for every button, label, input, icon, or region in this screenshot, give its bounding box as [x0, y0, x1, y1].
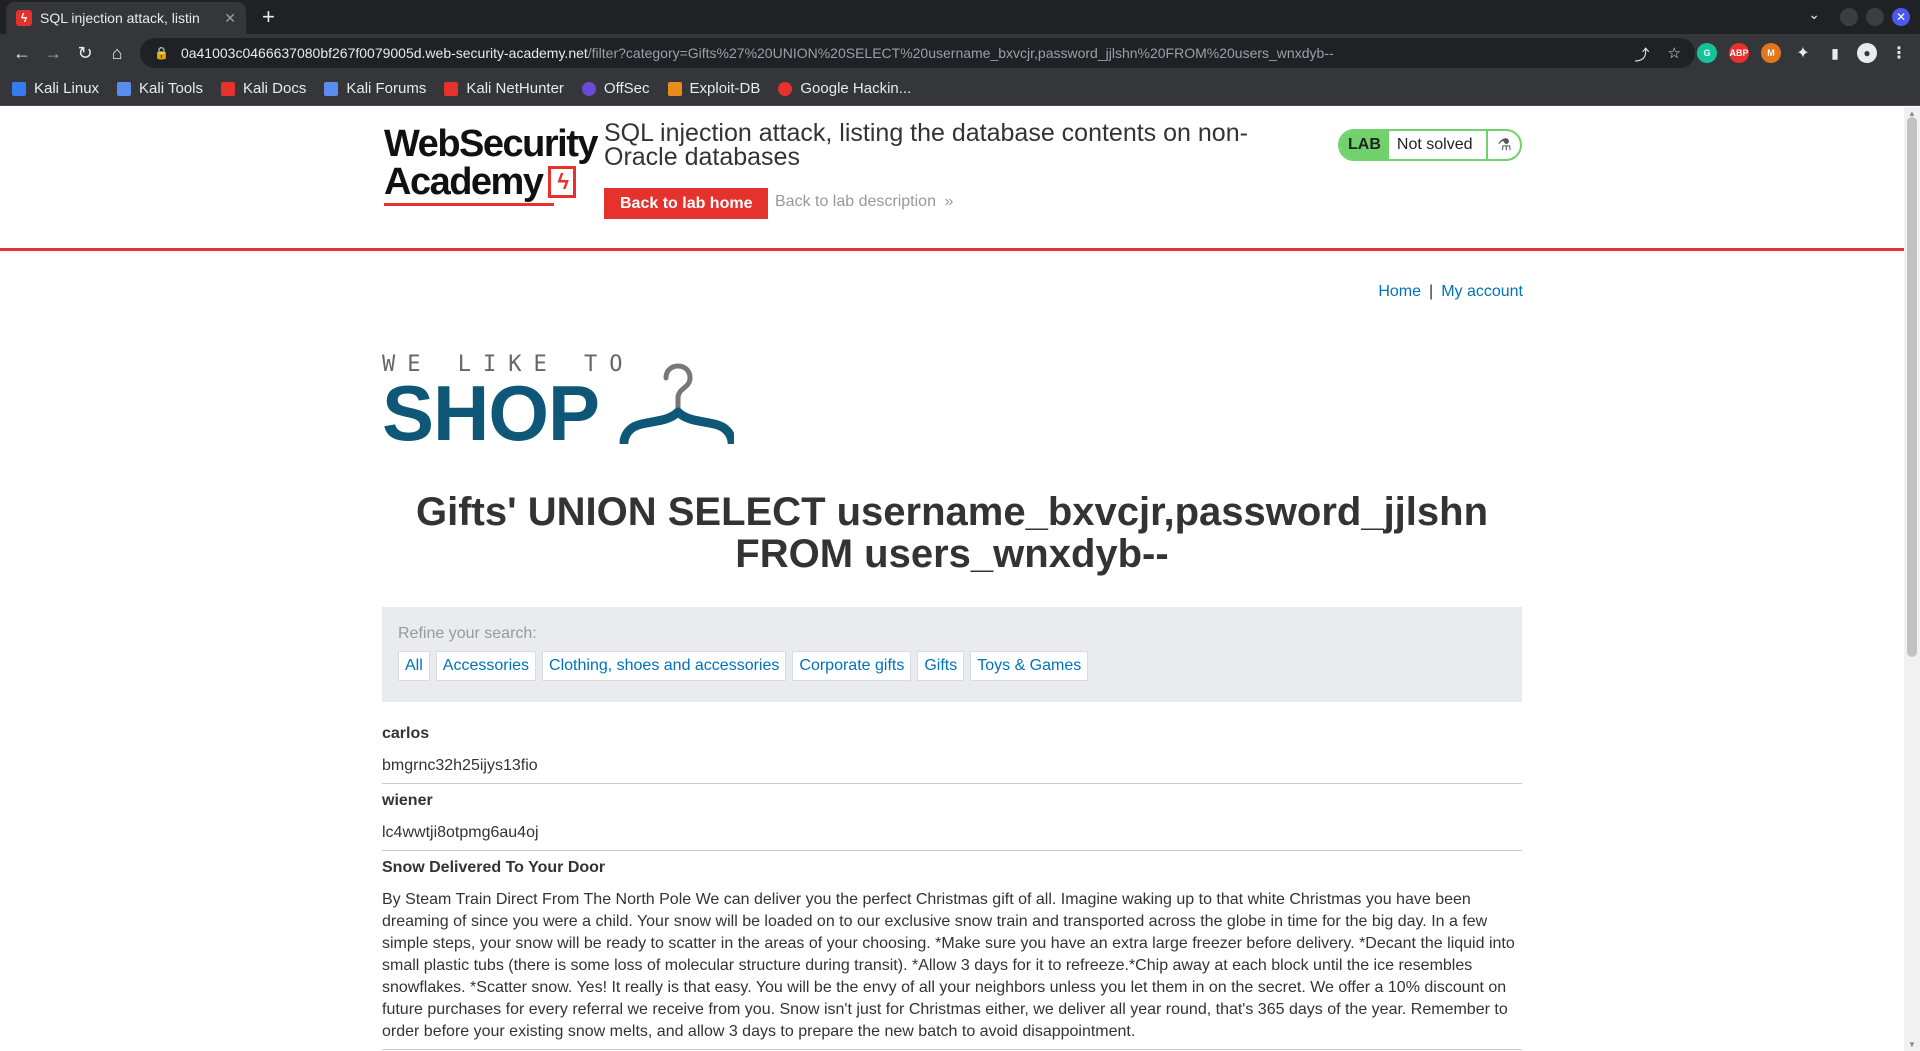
- extensions-puzzle-icon[interactable]: ✦: [1793, 43, 1813, 63]
- nav-separator: |: [1429, 283, 1434, 300]
- filter-all[interactable]: All: [398, 651, 430, 681]
- bookmark-kali-linux[interactable]: Kali Linux: [12, 80, 99, 97]
- bookmark-kali-nethunter[interactable]: Kali NetHunter: [444, 80, 564, 97]
- reload-icon[interactable]: ↻: [73, 41, 97, 65]
- result-name: Snow Delivered To Your Door: [382, 859, 606, 876]
- close-window-button[interactable]: ✕: [1892, 8, 1910, 26]
- metamask-extension-icon[interactable]: M: [1761, 43, 1781, 63]
- back-arrow-icon[interactable]: ←: [10, 41, 34, 65]
- kali-tools-icon: [117, 81, 132, 96]
- bookmark-offsec[interactable]: OffSec: [581, 80, 650, 97]
- tab-close-icon[interactable]: ✕: [224, 10, 236, 27]
- side-panel-icon[interactable]: ▮: [1825, 43, 1845, 63]
- clothes-hanger-icon: [619, 363, 734, 444]
- back-to-lab-home-button[interactable]: Back to lab home: [604, 188, 769, 219]
- filter-accessories[interactable]: Accessories: [435, 651, 537, 681]
- top-nav-links: Home | My account: [1378, 283, 1523, 301]
- offsec-icon: [581, 81, 596, 96]
- bookmark-google-hacking[interactable]: Google Hackin...: [778, 80, 911, 97]
- double-chevron-right-icon: »: [944, 193, 954, 210]
- address-bar[interactable]: 🔒 0a41003c0466637080bf267f0079005d.web-s…: [140, 38, 1695, 68]
- lab-header: WebSecurity Academy ϟ SQL injection attac…: [0, 107, 1904, 251]
- new-tab-button[interactable]: +: [262, 4, 275, 30]
- lab-status-pill: LAB: [1340, 131, 1389, 159]
- lightning-bolt-icon: ϟ: [548, 166, 577, 198]
- filter-corporate-gifts[interactable]: Corporate gifts: [792, 651, 912, 681]
- url-host: 0a41003c0466637080bf267f0079005d.web-sec…: [180, 45, 588, 61]
- browser-toolbar: ← → ↻ ⌂ 🔒 0a41003c0466637080bf267f007900…: [0, 34, 1920, 72]
- bookmark-exploit-db[interactable]: Exploit-DB: [667, 80, 760, 97]
- page-scrollbar[interactable]: ▲ ▼: [1904, 107, 1920, 1051]
- filter-clothing[interactable]: Clothing, shoes and accessories: [542, 651, 787, 681]
- flask-icon: ⚗: [1486, 131, 1520, 159]
- url-path: /filter?category=Gifts%27%20UNION%20SELE…: [587, 45, 1334, 61]
- browser-tab-bar: ϟ SQL injection attack, listin ✕ + ⌄ ✕: [0, 0, 1920, 34]
- forward-arrow-icon[interactable]: →: [41, 41, 65, 65]
- adblock-extension-icon[interactable]: ABP: [1729, 43, 1749, 63]
- filter-panel: Refine your search: All Accessories Clot…: [382, 607, 1522, 702]
- filter-list: All Accessories Clothing, shoes and acce…: [398, 651, 1506, 681]
- bookmark-star-icon[interactable]: ☆: [1668, 44, 1681, 65]
- browser-tab-active[interactable]: ϟ SQL injection attack, listin ✕: [6, 2, 246, 34]
- scroll-down-arrow-icon[interactable]: ▼: [1908, 1040, 1916, 1049]
- bookmark-kali-forums[interactable]: Kali Forums: [324, 80, 426, 97]
- exploit-db-icon: [667, 81, 682, 96]
- tab-search-chevron-icon[interactable]: ⌄: [1808, 6, 1820, 23]
- kali-forums-icon: [324, 81, 339, 96]
- result-name: wiener: [382, 792, 433, 809]
- table-row: wiener lc4wwtji8otpmg6au4oj: [382, 784, 1522, 851]
- menu-kebab-icon[interactable]: ⋮: [1889, 43, 1909, 63]
- filter-gifts[interactable]: Gifts: [917, 651, 965, 681]
- tab-title: SQL injection attack, listin: [40, 10, 200, 26]
- profile-avatar-icon[interactable]: ●: [1857, 43, 1877, 63]
- lock-icon[interactable]: 🔒: [154, 46, 169, 60]
- lab-status-widget: LAB Not solved ⚗: [1338, 129, 1523, 161]
- table-row: carlos bmgrnc32h25ijys13fio: [382, 717, 1522, 784]
- bookmarks-bar: Kali Linux Kali Tools Kali Docs Kali For…: [0, 72, 1920, 106]
- web-security-academy-logo[interactable]: WebSecurity Academy ϟ: [384, 125, 598, 207]
- shop-logo: WE LIKE TO SHOP: [382, 352, 742, 452]
- logo-underline: [384, 203, 554, 206]
- result-value: lc4wwtji8otpmg6au4oj: [382, 824, 539, 841]
- lab-status-text: Not solved: [1396, 136, 1473, 153]
- grammarly-extension-icon[interactable]: G: [1697, 43, 1717, 63]
- my-account-link[interactable]: My account: [1441, 283, 1523, 300]
- kali-dragon-icon: [12, 81, 26, 96]
- minimize-button[interactable]: [1840, 8, 1858, 26]
- result-name: carlos: [382, 725, 430, 742]
- filter-label: Refine your search:: [398, 625, 537, 642]
- lab-title: SQL injection attack, listing the databa…: [604, 119, 1248, 171]
- filter-toys-games[interactable]: Toys & Games: [970, 651, 1089, 681]
- results-table: carlos bmgrnc32h25ijys13fio wiener lc4ww…: [382, 717, 1522, 1050]
- kali-docs-icon: [220, 81, 235, 96]
- category-title: Gifts' UNION SELECT username_bxvcjr,pass…: [415, 490, 1489, 576]
- table-row: Snow Delivered To Your Door By Steam Tra…: [382, 851, 1522, 1050]
- page-content: WebSecurity Academy ϟ SQL injection attac…: [0, 107, 1904, 1051]
- scrollbar-thumb[interactable]: [1907, 117, 1917, 657]
- kali-nethunter-icon: [444, 81, 459, 96]
- result-value: By Steam Train Direct From The North Pol…: [382, 891, 1515, 1040]
- home-link[interactable]: Home: [1378, 283, 1421, 300]
- share-icon[interactable]: ⤴: [1635, 44, 1650, 65]
- result-value: bmgrnc32h25ijys13fio: [382, 757, 538, 774]
- google-hacking-icon: [778, 81, 793, 96]
- bookmark-kali-tools[interactable]: Kali Tools: [117, 80, 203, 97]
- bookmark-kali-docs[interactable]: Kali Docs: [220, 80, 306, 97]
- home-icon[interactable]: ⌂: [105, 41, 129, 65]
- maximize-button[interactable]: [1866, 8, 1884, 26]
- back-to-lab-description-link[interactable]: Back to lab description »: [775, 193, 953, 211]
- web-security-academy-favicon-icon: ϟ: [16, 10, 32, 26]
- extension-icons: G ABP M ✦ ▮ ● ⋮: [1697, 43, 1909, 63]
